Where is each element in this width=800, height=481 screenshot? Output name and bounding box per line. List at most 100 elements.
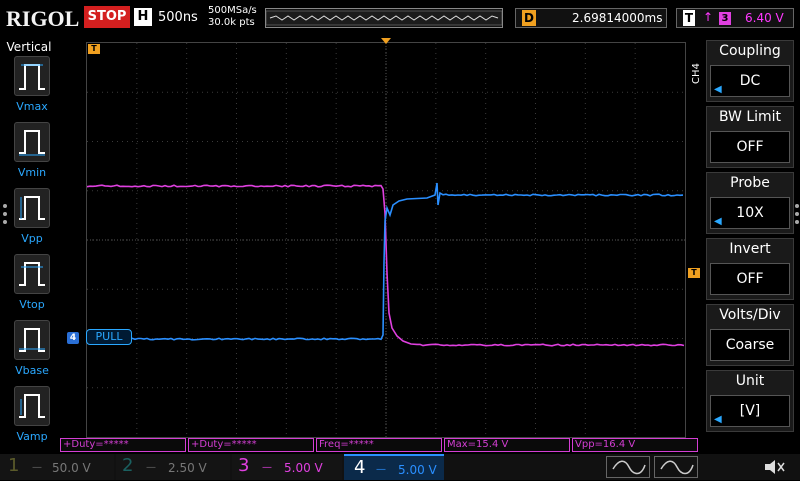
menu-invert[interactable]: Invert OFF — [706, 238, 794, 300]
menu-volts-div-value: Coarse — [710, 329, 790, 361]
channel-2-number: 2 — [122, 455, 133, 476]
memory-overview-strip[interactable] — [265, 8, 503, 28]
vmin-icon — [14, 122, 50, 162]
vmax-label: Vmax — [12, 100, 52, 113]
vbase-icon — [14, 320, 50, 360]
vmin-label: Vmin — [12, 166, 52, 179]
dc-coupling-icon: — — [376, 464, 386, 475]
dc-coupling-icon: — — [262, 462, 272, 473]
timebase-value[interactable]: 500ns — [158, 10, 198, 25]
menu-invert-value: OFF — [710, 263, 790, 295]
vpp-label: Vpp — [12, 232, 52, 245]
horizontal-label: H — [134, 8, 152, 26]
channel-2-tab[interactable]: 2 — 2.50 V — [116, 454, 230, 480]
memory-depth: 30.0k pts — [208, 17, 257, 29]
menu-bw-limit-value: OFF — [710, 131, 790, 163]
rising-edge-icon: ↑ — [703, 10, 713, 24]
channel-3-tab[interactable]: 3 — 5.00 V — [232, 454, 342, 480]
trigger-label: T — [683, 10, 695, 26]
sine-wave-icon — [655, 457, 697, 477]
menu-probe-value: ◀ 10X — [710, 197, 790, 229]
channel-3-scale: 5.00 V — [284, 461, 323, 475]
select-arrow-icon: ◀ — [714, 405, 722, 435]
menu-coupling-title: Coupling — [707, 43, 793, 59]
channel-1-number: 1 — [8, 455, 19, 476]
memory-overview-wave — [266, 9, 502, 27]
vmax-icon — [14, 56, 50, 96]
vamp-label: Vamp — [12, 430, 52, 443]
page-dot-icon — [795, 204, 799, 208]
trigger-box[interactable]: T ↑ 3 6.40 V — [676, 8, 794, 28]
measurement-result[interactable]: +Duty=***** — [60, 438, 186, 452]
measurement-result[interactable]: Freq=***** — [316, 438, 442, 452]
menu-volts-div-title: Volts/Div — [707, 307, 793, 323]
brand-logo: RIGOL — [6, 6, 79, 32]
measure-vamp[interactable]: Vamp — [12, 386, 52, 446]
menu-unit[interactable]: Unit ◀ [V] — [706, 370, 794, 432]
delay-box[interactable]: D 2.69814000ms — [515, 8, 667, 28]
measure-vmax[interactable]: Vmax — [12, 56, 52, 116]
measure-vbase[interactable]: Vbase — [12, 320, 52, 380]
generator-1-button[interactable] — [606, 456, 650, 478]
channel-4-tab[interactable]: 4 — 5.00 V — [344, 454, 444, 480]
unit-value-text: [V] — [740, 403, 761, 419]
dc-coupling-icon: — — [146, 462, 156, 473]
delay-value: 2.69814000ms — [572, 11, 662, 25]
dc-coupling-icon: — — [32, 462, 42, 473]
select-arrow-icon: ◀ — [714, 75, 722, 105]
page-dot-icon — [795, 220, 799, 224]
trigger-source: 3 — [719, 12, 731, 25]
ch4-label: PULL — [86, 329, 132, 345]
channel-status-bar: 1 — 50.0 V 2 — 2.50 V 3 — 5.00 V 4 — 5.0… — [0, 454, 800, 480]
acquisition-info: 500MSa/s 30.0k pts — [208, 5, 257, 29]
trigger-position-marker[interactable]: T — [88, 44, 100, 54]
vamp-icon — [14, 386, 50, 426]
page-dot-icon — [3, 212, 7, 216]
vbase-label: Vbase — [12, 364, 52, 377]
channel-1-tab[interactable]: 1 — 50.0 V — [0, 454, 114, 480]
measure-vmin[interactable]: Vmin — [12, 122, 52, 182]
graticule — [87, 43, 685, 437]
menu-probe[interactable]: Probe ◀ 10X — [706, 172, 794, 234]
measurement-result[interactable]: Max=15.4 V — [444, 438, 570, 452]
vpp-icon — [14, 188, 50, 228]
channel-2-scale: 2.50 V — [168, 461, 207, 475]
channel-4-scale: 5.00 V — [398, 463, 437, 477]
channel-3-number: 3 — [238, 455, 249, 476]
generator-2-button[interactable] — [654, 456, 698, 478]
run-stop-button[interactable]: STOP — [84, 6, 130, 28]
measure-vpp[interactable]: Vpp — [12, 188, 52, 248]
sine-wave-icon — [607, 457, 649, 477]
delay-label: D — [522, 10, 536, 26]
page-dot-icon — [795, 212, 799, 216]
vtop-icon — [14, 254, 50, 294]
select-arrow-icon: ◀ — [714, 207, 722, 237]
menu-volts-div[interactable]: Volts/Div Coarse — [706, 304, 794, 366]
menu-unit-title: Unit — [707, 373, 793, 389]
menu-bw-limit[interactable]: BW Limit OFF — [706, 106, 794, 168]
ch4-offset-marker[interactable]: 4 — [67, 332, 79, 344]
menu-channel-label: CH4 — [691, 63, 702, 84]
measurement-result[interactable]: Vpp=16.4 V — [572, 438, 698, 452]
channel-1-scale: 50.0 V — [52, 461, 91, 475]
menu-unit-value: ◀ [V] — [710, 395, 790, 427]
sample-rate: 500MSa/s — [208, 5, 257, 17]
menu-coupling[interactable]: Coupling ◀ DC — [706, 40, 794, 102]
probe-value-text: 10X — [736, 205, 763, 221]
trigger-level: 6.40 V — [745, 11, 784, 25]
measurement-result[interactable]: +Duty=***** — [188, 438, 314, 452]
menu-bw-limit-title: BW Limit — [707, 109, 793, 125]
trigger-level-marker[interactable]: T — [688, 268, 700, 278]
coupling-value-text: DC — [740, 73, 761, 89]
measure-vtop[interactable]: Vtop — [12, 254, 52, 314]
page-dot-icon — [3, 204, 7, 208]
top-status-bar: RIGOL STOP H 500ns 500MSa/s 30.0k pts D … — [0, 0, 800, 38]
speaker-muted-icon[interactable] — [762, 458, 786, 476]
page-dot-icon — [3, 220, 7, 224]
measurement-results-bar: +Duty=***** +Duty=***** Freq=***** Max=1… — [58, 438, 700, 454]
trigger-time-marker-icon[interactable] — [381, 38, 391, 44]
channel-4-number: 4 — [354, 457, 365, 478]
vtop-label: Vtop — [12, 298, 52, 311]
waveform-display[interactable] — [86, 42, 686, 438]
menu-coupling-value: ◀ DC — [710, 65, 790, 97]
